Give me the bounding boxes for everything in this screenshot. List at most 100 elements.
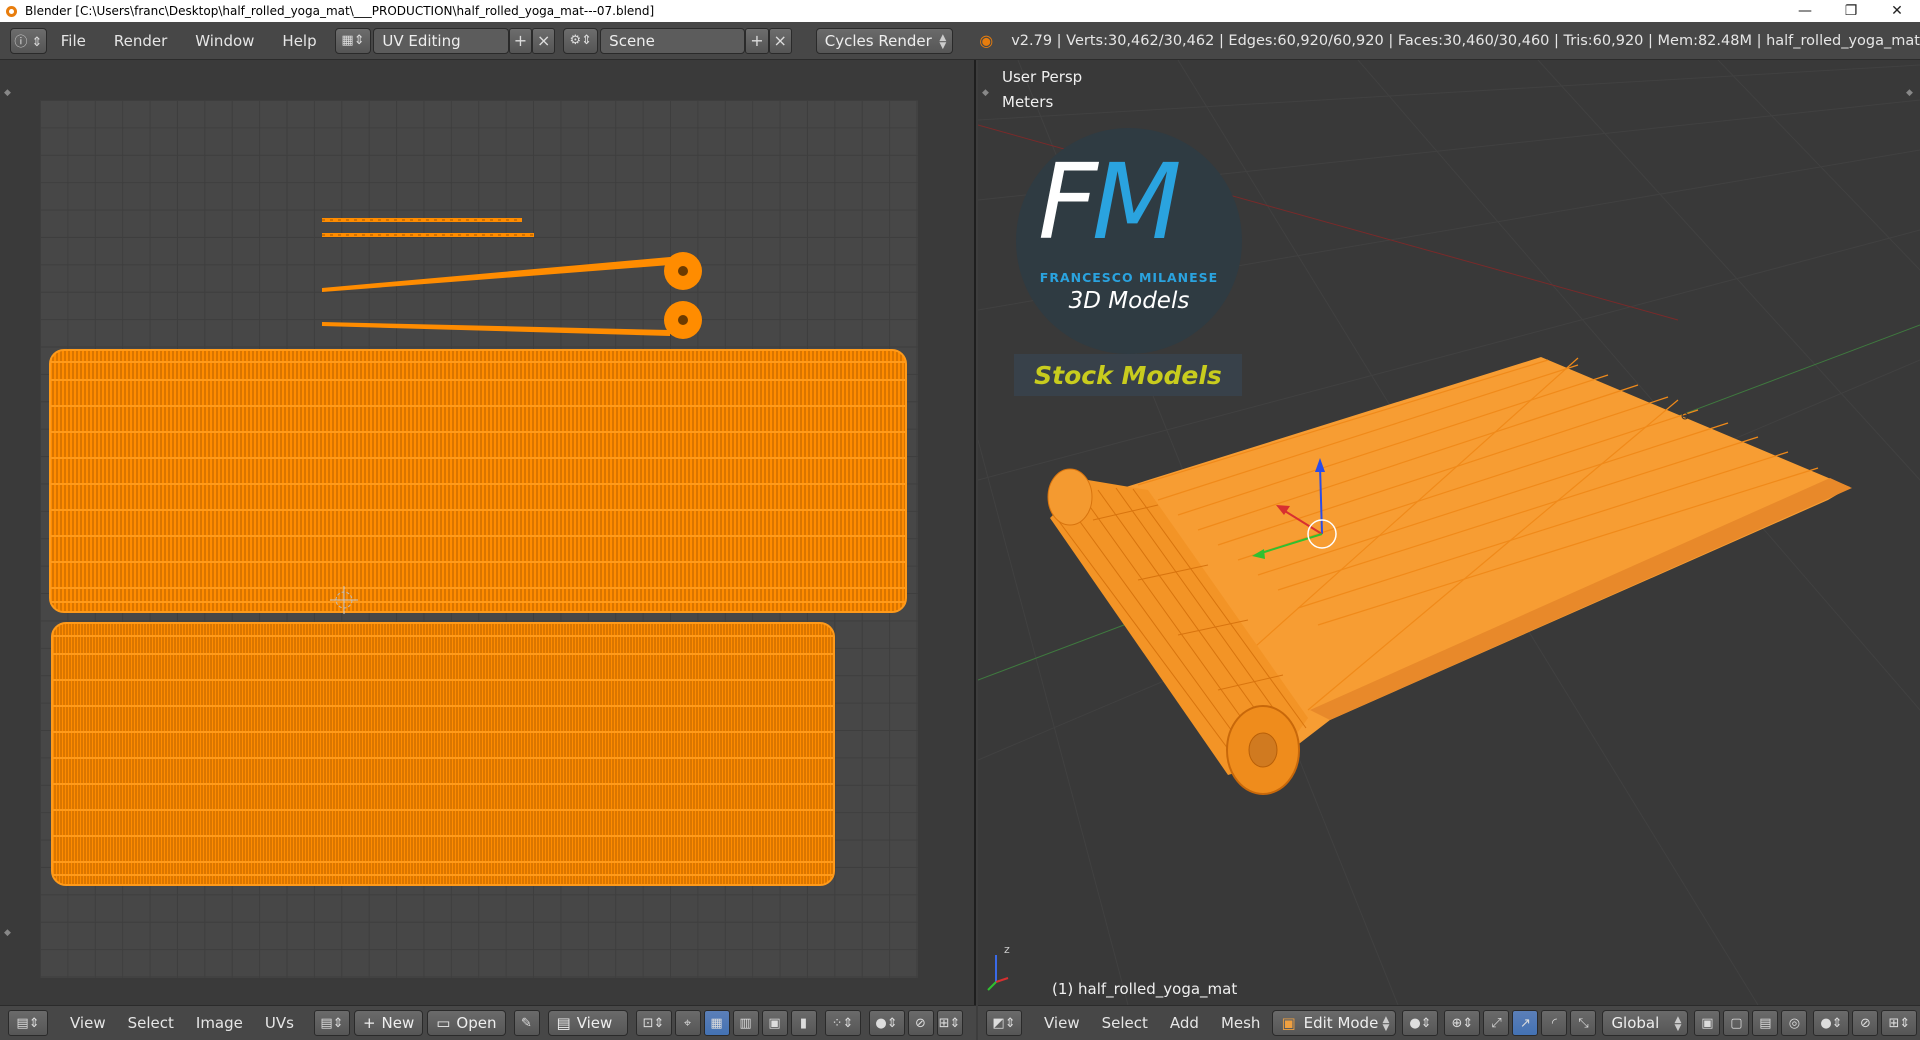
transform-orientation-select[interactable]: Global ▲ ▼	[1602, 1010, 1689, 1036]
translate-manipulator-icon[interactable]: ↗	[1512, 1010, 1539, 1036]
mode-select[interactable]: ▣ Edit Mode ▲ ▼	[1272, 1010, 1397, 1036]
screen-layout-field[interactable]: UV Editing	[373, 27, 509, 54]
v3d-menu-select[interactable]: Select	[1080, 1014, 1148, 1032]
orientation-value: Global	[1611, 1014, 1660, 1032]
menu-file[interactable]: File	[47, 32, 100, 50]
mode-value: Edit Mode	[1303, 1014, 1379, 1032]
pivot-point-icon[interactable]: ⊕⇕	[1444, 1010, 1481, 1036]
restore-button[interactable]: ❐	[1828, 0, 1874, 22]
sync-selection-icon[interactable]: ⌖	[674, 1010, 701, 1036]
logo-f: F	[1038, 141, 1098, 263]
logo-m: M	[1091, 141, 1182, 263]
window-titlebar: Blender [C:\Users\franc\Desktop\half_rol…	[0, 0, 1920, 22]
open-image-label: Open	[456, 1014, 497, 1032]
screen-layout-value: UV Editing	[382, 31, 461, 50]
blender-logo-icon	[4, 3, 20, 19]
open-image-button[interactable]: ▭ Open	[427, 1010, 506, 1036]
watermark-author: FRANCESCO MILANESE	[1039, 270, 1219, 285]
uv-menu-view[interactable]: View	[48, 1014, 106, 1032]
editor-type-3d-icon[interactable]: ◩⇕	[986, 1010, 1022, 1036]
snap-icon[interactable]: ⊘	[907, 1010, 934, 1036]
proportional-edit-icon[interactable]: ●⇕	[868, 1010, 905, 1036]
v3d-menu-view[interactable]: View	[1022, 1014, 1080, 1032]
blender-icon: ◉	[979, 31, 994, 50]
view-mode-icon: ▤	[556, 1014, 571, 1032]
menu-window[interactable]: Window	[181, 32, 268, 50]
screen-layout-icon[interactable]: ▦⇕	[334, 27, 372, 54]
3d-viewport[interactable]: ◆ ◆ z User Persp Meters (1) half_rolled_…	[978, 60, 1920, 1005]
edge-select-icon[interactable]: ▥	[732, 1010, 759, 1036]
view-name: User Persp	[1002, 68, 1083, 86]
uv-image-editor[interactable]: ◆ ◆	[0, 60, 976, 1005]
dropdown-arrow-icon: ▲ ▼	[1674, 1015, 1682, 1033]
add-scene-button[interactable]: +	[745, 27, 769, 54]
vertex-select-mode-icon[interactable]: ▣	[1694, 1010, 1721, 1036]
dropdown-arrow-icon: ▲ ▼	[1382, 1015, 1390, 1033]
new-image-label: New	[381, 1014, 415, 1032]
scene-icon[interactable]: ⚙⇕	[563, 27, 599, 54]
render-engine-value: Cycles Render	[824, 31, 932, 50]
edge-select-mode-icon[interactable]: ▢	[1723, 1010, 1750, 1036]
editor-type-info-icon[interactable]: ⓘ ⇕	[10, 27, 47, 54]
svg-text:z: z	[1004, 943, 1010, 956]
delete-scene-button[interactable]: ×	[768, 27, 792, 54]
menu-render[interactable]: Render	[100, 32, 181, 50]
uv-main-island-bottom[interactable]	[51, 622, 835, 886]
units-label: Meters	[1002, 93, 1054, 111]
uv-editor-header: ▤⇕ View Select Image UVs ▤⇕ + New ▭ Open ✎…	[0, 1005, 976, 1040]
rotate-manipulator-icon[interactable]: ◜	[1541, 1010, 1568, 1036]
proportional-editing-icon[interactable]: ●⇕	[1813, 1010, 1850, 1036]
new-image-button[interactable]: + New	[353, 1010, 424, 1036]
watermark-banner-text: Stock Models	[1034, 360, 1222, 390]
watermark-banner: Stock Models	[1014, 354, 1242, 396]
yoga-mat-mesh[interactable]	[1047, 357, 1852, 795]
snap-toggle-icon[interactable]: ⊘	[1852, 1010, 1879, 1036]
snap-target-icon[interactable]: ⊞⇕	[936, 1010, 963, 1036]
island-select-icon[interactable]: ▮	[790, 1010, 817, 1036]
uv-islands[interactable]	[0, 60, 976, 1005]
close-button[interactable]: ✕	[1874, 0, 1920, 22]
scene-field[interactable]: Scene	[600, 27, 746, 54]
view-mode-label: View	[576, 1014, 613, 1032]
uv-strip-islands[interactable]	[322, 218, 534, 237]
uv-side-islands[interactable]	[322, 252, 702, 339]
edit-mode-icon: ▣	[1281, 1014, 1296, 1032]
object-label: (1) half_rolled_yoga_mat	[1052, 980, 1238, 998]
3d-view-header: ◩⇕ View Select Add Mesh ▣ Edit Mode ▲ ▼ ●…	[978, 1005, 1920, 1040]
browse-image-icon[interactable]: ▤⇕	[313, 1010, 350, 1036]
axis-widget-icon: z	[987, 943, 1010, 991]
snap-element-icon[interactable]: ⊞⇕	[1881, 1010, 1918, 1036]
folder-icon: ▭	[436, 1014, 451, 1032]
view-mode-select[interactable]: ▤ View	[547, 1010, 628, 1036]
viewport-shading-icon[interactable]: ●⇕	[1402, 1010, 1439, 1036]
manipulator-toggle-icon[interactable]: ⤢	[1483, 1010, 1510, 1036]
uv-menu-uvs[interactable]: UVs	[243, 1014, 294, 1032]
vertex-select-icon[interactable]: ▦	[703, 1010, 730, 1036]
scene-stats: v2.79 | Verts:30,462/30,462 | Edges:60,9…	[1011, 32, 1920, 49]
v3d-menu-mesh[interactable]: Mesh	[1199, 1014, 1261, 1032]
watermark-tagline: 3D Models	[1068, 288, 1190, 314]
info-header: ⓘ ⇕ File Render Window Help ▦⇕ UV Editin…	[0, 22, 1920, 60]
pivot-icon[interactable]: ⊡⇕	[635, 1010, 672, 1036]
render-engine-select[interactable]: Cycles Render ▲ ▼	[815, 27, 954, 54]
menu-help[interactable]: Help	[268, 32, 330, 50]
sticky-mode-icon[interactable]: ⁘⇕	[824, 1010, 861, 1036]
limit-selection-icon[interactable]: ◎	[1781, 1010, 1808, 1036]
scene-value: Scene	[609, 31, 655, 50]
scale-manipulator-icon[interactable]: ⤡	[1570, 1010, 1597, 1036]
minimize-button[interactable]: —	[1782, 0, 1828, 22]
add-screen-button[interactable]: +	[508, 27, 533, 54]
plus-icon: +	[362, 1014, 376, 1032]
editor-type-image-icon[interactable]: ▤⇕	[8, 1010, 48, 1036]
window-title: Blender [C:\Users\franc\Desktop\half_rol…	[25, 4, 655, 18]
v3d-menu-add[interactable]: Add	[1148, 1014, 1199, 1032]
uv-menu-select[interactable]: Select	[106, 1014, 174, 1032]
face-select-icon[interactable]: ▣	[761, 1010, 788, 1036]
dropdown-arrow-icon: ▲ ▼	[939, 32, 947, 51]
pin-icon[interactable]: ✎	[513, 1010, 540, 1036]
face-select-mode-icon[interactable]: ▤	[1752, 1010, 1779, 1036]
uv-main-island-top[interactable]	[49, 349, 907, 613]
delete-screen-button[interactable]: ×	[532, 27, 556, 54]
uv-menu-image[interactable]: Image	[174, 1014, 243, 1032]
watermark-logo: FM FM FRANCESCO MILANESE 3D Models	[1016, 128, 1242, 354]
